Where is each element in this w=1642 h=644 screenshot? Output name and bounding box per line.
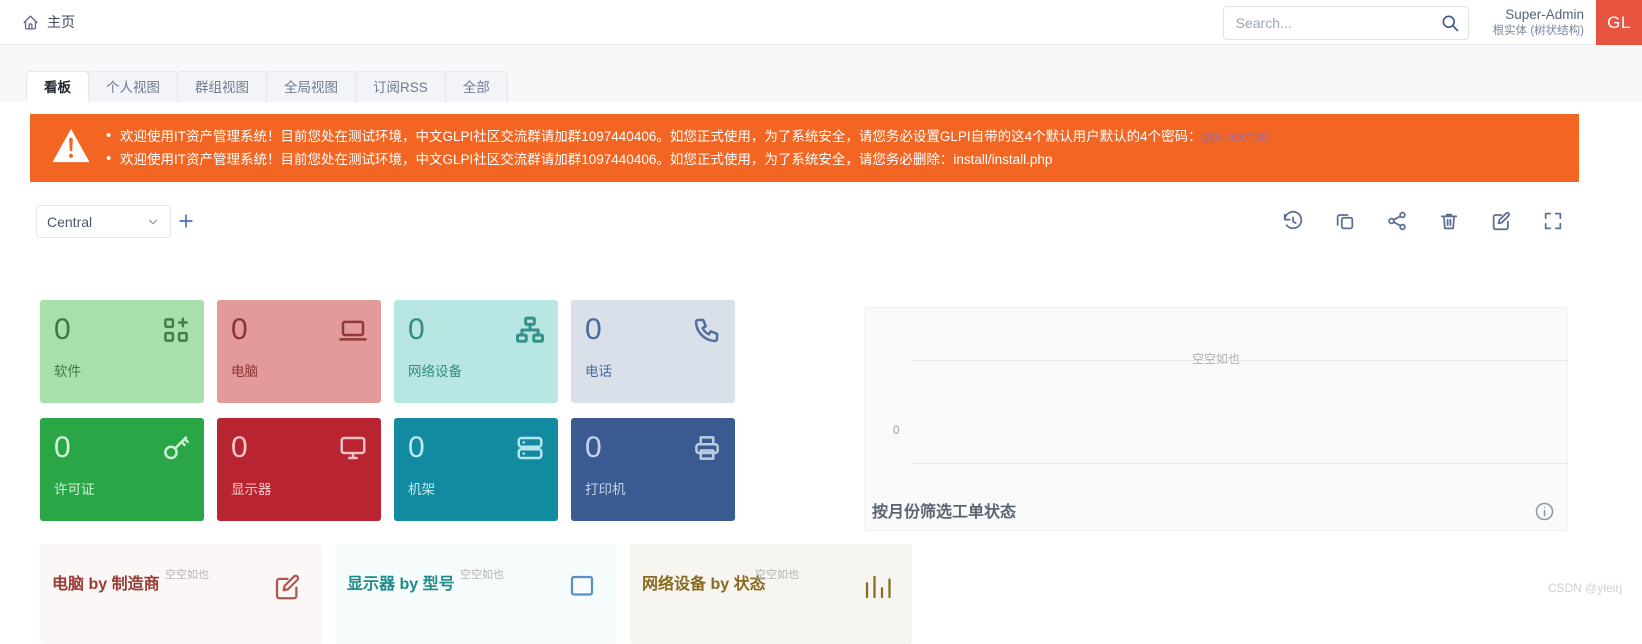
user-name: Super-Admin [1505, 6, 1584, 22]
user-info[interactable]: Super-Admin 根实体 (树状结构) [1493, 7, 1584, 38]
tile-computer[interactable]: 0 电脑 [217, 300, 381, 403]
tab-personal-view[interactable]: 个人视图 [88, 71, 178, 102]
tile-printer-label: 打印机 [585, 482, 626, 497]
square-icon [570, 575, 594, 596]
user-entity: 根实体 (树状结构) [1492, 24, 1584, 37]
bar-chart-icon [865, 575, 891, 599]
tile-software[interactable]: 0 软件 [40, 300, 204, 403]
tile-rack-label: 机架 [408, 482, 435, 497]
breadcrumb: 主页 [0, 12, 75, 32]
tile-phone-label: 电话 [585, 364, 612, 379]
widget-network-devices-by-status-empty: 空空如也 [755, 569, 799, 581]
tab-dashboard[interactable]: 看板 [26, 71, 89, 102]
metric-tiles: 0 软件 0 电脑 0 网络设备 0 电话 0 许可证 0 显示器 0 机架 0… [40, 300, 735, 521]
tile-license[interactable]: 0 许可证 [40, 418, 204, 521]
widget-network-devices-by-status[interactable]: 网络设备 by 状态 空空如也 [630, 544, 912, 644]
global-search[interactable] [1222, 5, 1469, 40]
dashboard-select[interactable]: Central [36, 205, 171, 238]
tile-license-label: 许可证 [54, 482, 95, 497]
warning-message-2-text: 欢迎使用IT资产管理系统！目前您处在测试环境，中文GLPI社区交流群请加群109… [120, 152, 1053, 167]
search-input[interactable] [1223, 7, 1424, 38]
tile-monitor-label: 显示器 [231, 482, 272, 497]
tab-all[interactable]: 全部 [444, 71, 508, 102]
share-icon[interactable] [1386, 210, 1408, 232]
tile-rack[interactable]: 0 机架 [394, 418, 558, 521]
warning-message-2: 欢迎使用IT资产管理系统！目前您处在测试环境，中文GLPI社区交流群请加群109… [104, 147, 1268, 171]
top-header-bar: 主页 Super-Admin 根实体 (树状结构) GL [0, 0, 1642, 45]
tab-bar: 看板 个人视图 群组视图 全局视图 订阅RSS 全部 [26, 71, 508, 102]
widget-monitors-by-model[interactable]: 显示器 by 型号 空空如也 [335, 544, 617, 644]
trash-icon[interactable] [1438, 210, 1460, 232]
dashboard-toolbar: Central [0, 197, 1642, 247]
tile-computer-label: 电脑 [231, 364, 258, 379]
ticket-status-by-month-chart[interactable]: 空空如也 0 按月份筛选工单状态 [864, 307, 1568, 531]
laptop-icon [339, 320, 367, 341]
avatar[interactable]: GL [1596, 0, 1642, 45]
chevron-down-icon [148, 219, 158, 224]
add-dashboard-button[interactable] [176, 211, 196, 231]
tile-network-device-label: 网络设备 [408, 364, 462, 379]
warning-triangle-icon [48, 125, 94, 172]
history-icon[interactable] [1282, 210, 1304, 232]
apps-add-icon [164, 317, 188, 342]
tab-global-view[interactable]: 全局视图 [266, 71, 356, 102]
tile-phone[interactable]: 0 电话 [571, 300, 735, 403]
phone-icon [694, 318, 719, 343]
tab-bar-region: 看板 个人视图 群组视图 全局视图 订阅RSS 全部 [0, 45, 1642, 102]
edit-pencil-icon [275, 574, 300, 600]
network-icon [516, 316, 544, 343]
tab-rss[interactable]: 订阅RSS [355, 71, 446, 102]
warning-banner: 欢迎使用IT资产管理系统！目前您处在测试环境，中文GLPI社区交流群请加群109… [30, 114, 1579, 182]
tile-printer[interactable]: 0 打印机 [571, 418, 735, 521]
warning-message-1-link[interactable]: glpi normal [1202, 129, 1268, 144]
chart-title: 按月份筛选工单状态 [872, 504, 1017, 521]
widget-monitors-by-model-empty: 空空如也 [460, 569, 504, 581]
bottom-widget-row: 电脑 by 制造商 空空如也 显示器 by 型号 空空如也 网络设备 by 状态… [40, 544, 912, 644]
copy-icon[interactable] [1334, 210, 1356, 232]
widget-computers-by-manufacturer[interactable]: 电脑 by 制造商 空空如也 [40, 544, 322, 644]
dashboard-content: 欢迎使用IT资产管理系统！目前您处在测试环境，中文GLPI社区交流群请加群109… [0, 102, 1642, 644]
header-right-cluster: Super-Admin 根实体 (树状结构) GL [1222, 0, 1642, 45]
edit-icon[interactable] [1490, 210, 1512, 232]
breadcrumb-home-label[interactable]: 主页 [47, 12, 75, 32]
tile-network-device[interactable]: 0 网络设备 [394, 300, 558, 403]
warning-message-list: 欢迎使用IT资产管理系统！目前您处在测试环境，中文GLPI社区交流群请加群109… [94, 124, 1268, 171]
fullscreen-icon[interactable] [1542, 210, 1564, 232]
info-circle-icon[interactable] [1534, 501, 1555, 522]
dashboard-actions [1282, 210, 1564, 232]
watermark: CSDN @yleirj [1547, 581, 1622, 595]
widget-computers-by-manufacturer-empty: 空空如也 [165, 569, 209, 581]
printer-icon [695, 436, 719, 460]
key-icon [164, 436, 189, 460]
chart-y-tick-0: 0 [893, 425, 900, 437]
chart-plot-area: 空空如也 0 [865, 308, 1567, 530]
chart-empty-label: 空空如也 [1191, 352, 1240, 366]
monitor-icon [340, 436, 366, 460]
warning-message-1-text: 欢迎使用IT资产管理系统！目前您处在测试环境，中文GLPI社区交流群请加群109… [120, 129, 1202, 144]
chart-gridline [910, 463, 1567, 464]
tile-software-label: 软件 [54, 364, 81, 379]
tab-group-view[interactable]: 群组视图 [177, 71, 267, 102]
dashboard-select-value: Central [47, 213, 93, 230]
home-icon[interactable] [22, 14, 39, 31]
server-rack-icon [517, 436, 543, 460]
tile-monitor[interactable]: 0 显示器 [217, 418, 381, 521]
search-icon[interactable] [1440, 13, 1460, 33]
warning-message-1: 欢迎使用IT资产管理系统！目前您处在测试环境，中文GLPI社区交流群请加群109… [104, 124, 1268, 148]
